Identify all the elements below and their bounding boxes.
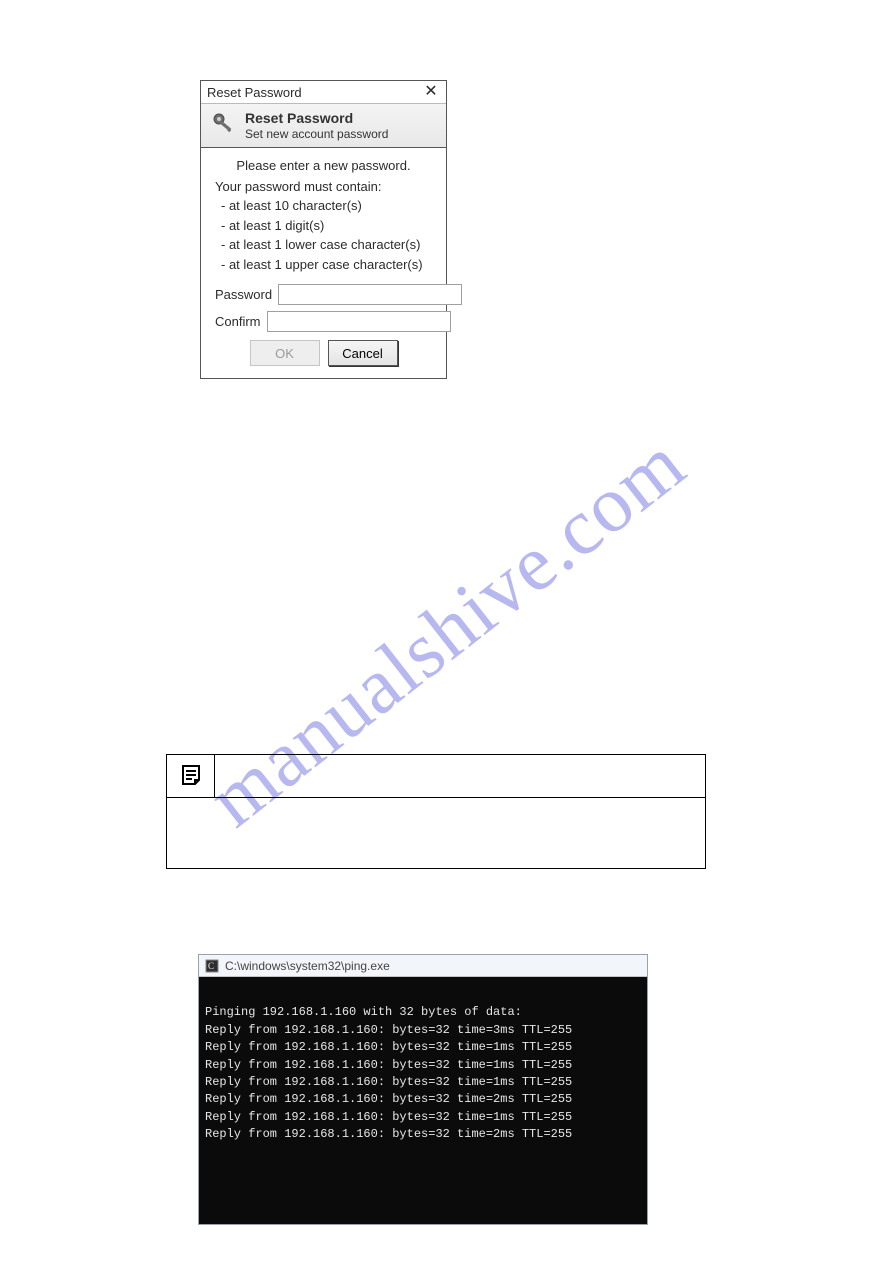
- confirm-input[interactable]: [267, 311, 451, 332]
- requirement-item: - at least 1 digit(s): [221, 216, 432, 236]
- cmd-title: C:\windows\system32\ping.exe: [225, 959, 390, 973]
- dialog-prompt: Please enter a new password.: [215, 158, 432, 173]
- password-label: Password: [215, 287, 272, 302]
- close-icon[interactable]: ✕: [422, 84, 440, 100]
- requirement-item: - at least 10 character(s): [221, 196, 432, 216]
- cmd-titlebar[interactable]: C C:\windows\system32\ping.exe: [199, 955, 647, 977]
- dialog-header-title: Reset Password: [245, 110, 388, 127]
- key-icon: [211, 111, 237, 140]
- cmd-icon: C: [205, 959, 219, 973]
- svg-text:C: C: [208, 961, 214, 971]
- dialog-header: Reset Password Set new account password: [201, 104, 446, 148]
- cmd-window: C C:\windows\system32\ping.exe Pinging 1…: [198, 954, 648, 1225]
- note-header-cell: [215, 755, 705, 797]
- reset-password-dialog: Reset Password ✕ Reset Password Set new …: [200, 80, 447, 379]
- ok-button[interactable]: OK: [250, 340, 320, 366]
- cancel-button[interactable]: Cancel: [328, 340, 398, 366]
- password-input[interactable]: [278, 284, 462, 305]
- dialog-titlebar[interactable]: Reset Password ✕: [201, 81, 446, 104]
- requirement-item: - at least 1 lower case character(s): [221, 235, 432, 255]
- requirement-item: - at least 1 upper case character(s): [221, 255, 432, 275]
- dialog-window-title: Reset Password: [207, 85, 302, 100]
- requirements-header: Your password must contain:: [215, 179, 432, 194]
- note-body: [167, 798, 705, 868]
- dialog-header-subtitle: Set new account password: [245, 127, 388, 141]
- note-icon: [180, 764, 202, 789]
- cmd-output[interactable]: Pinging 192.168.1.160 with 32 bytes of d…: [199, 977, 647, 1224]
- requirements-list: - at least 10 character(s) - at least 1 …: [221, 196, 432, 274]
- confirm-label: Confirm: [215, 314, 261, 329]
- note-box: [166, 754, 706, 869]
